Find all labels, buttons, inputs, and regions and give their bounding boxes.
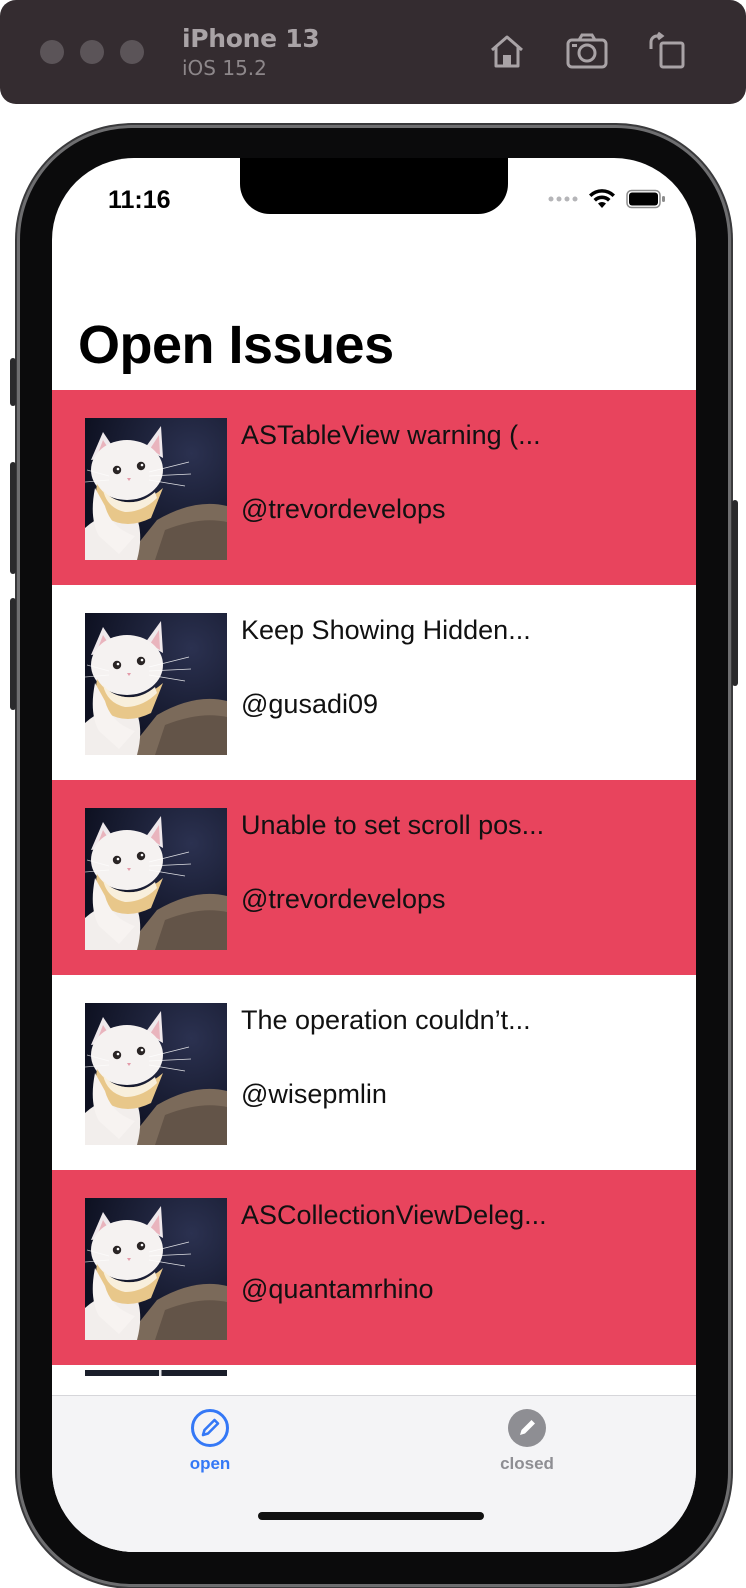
rotate-icon [649,31,685,69]
cat-photo-icon [85,1198,227,1340]
mute-switch [10,358,16,406]
screenshot-icon [566,33,608,69]
issue-thumbnail [85,1198,227,1340]
app-screen: 11:16 Open Issues ASTableView warning (.… [52,158,696,1552]
issue-author: @quantamrhino [241,1274,434,1304]
iphone-device-frame: 11:16 Open Issues ASTableView warning (.… [10,128,738,1584]
issue-thumbnail [85,808,227,950]
notch [240,158,508,214]
side-button [732,500,738,686]
issue-thumbnail [85,418,227,560]
issue-row[interactable]: Keep Showing Hidden... @gusadi09 [52,585,696,780]
issue-row[interactable]: ASTableView warning (... @trevordevelops [52,390,696,585]
window-minimize-button[interactable] [80,40,104,64]
cellular-signal-icon [548,196,578,202]
home-button[interactable] [484,28,530,74]
simulator-os-version: iOS 15.2 [182,56,267,80]
tab-closed-label: closed [500,1454,554,1473]
window-zoom-button[interactable] [120,40,144,64]
cat-photo-icon [85,1003,227,1145]
issue-author: @trevordevelops [241,884,446,914]
issues-list: ASTableView warning (... @trevordevelops … [52,390,696,1365]
issue-thumbnail [85,613,227,755]
tab-closed[interactable]: closed [467,1396,587,1486]
screenshot-button[interactable] [564,28,610,74]
issue-row[interactable]: ASCollectionViewDeleg... @quantamrhino [52,1170,696,1365]
issue-row[interactable]: The operation couldn’t... @wisepmlin [52,975,696,1170]
issue-author: @trevordevelops [241,494,446,524]
wifi-icon [589,189,615,208]
pencil-circle-fill-icon [508,1409,546,1447]
issue-title: ASCollectionViewDeleg... [241,1200,547,1230]
home-indicator [258,1512,484,1520]
cat-photo-icon [85,418,227,560]
issue-row[interactable]: Unable to set scroll pos... @trevordevelo… [52,780,696,975]
issue-title: Keep Showing Hidden... [241,615,531,645]
tab-bar: open closed [52,1395,696,1552]
home-icon [491,35,523,68]
window-close-button[interactable] [40,40,64,64]
cat-photo-icon [85,613,227,755]
pencil-circle-icon [191,1409,229,1447]
issue-title: The operation couldn’t... [241,1005,531,1035]
status-icons [548,188,666,210]
issue-author: @gusadi09 [241,689,379,719]
issue-thumbnail-partial [85,1370,227,1376]
tab-open-label: open [189,1454,231,1473]
page-title: Open Issues [78,315,394,375]
issue-title: Unable to set scroll pos... [241,810,545,840]
battery-icon [626,189,665,209]
status-time: 11:16 [108,186,171,214]
simulator-toolbar: iPhone 13 iOS 15.2 [0,0,746,104]
partial-list-item [52,1365,696,1376]
simulator-device-name: iPhone 13 [182,24,320,53]
cat-photo-icon [85,808,227,950]
issue-title: ASTableView warning (... [241,420,541,450]
volume-down-button [10,598,16,710]
tab-open[interactable]: open [150,1396,270,1486]
issue-thumbnail [85,1003,227,1145]
rotate-button[interactable] [644,28,690,74]
volume-up-button [10,462,16,574]
issue-author: @wisepmlin [241,1079,387,1109]
